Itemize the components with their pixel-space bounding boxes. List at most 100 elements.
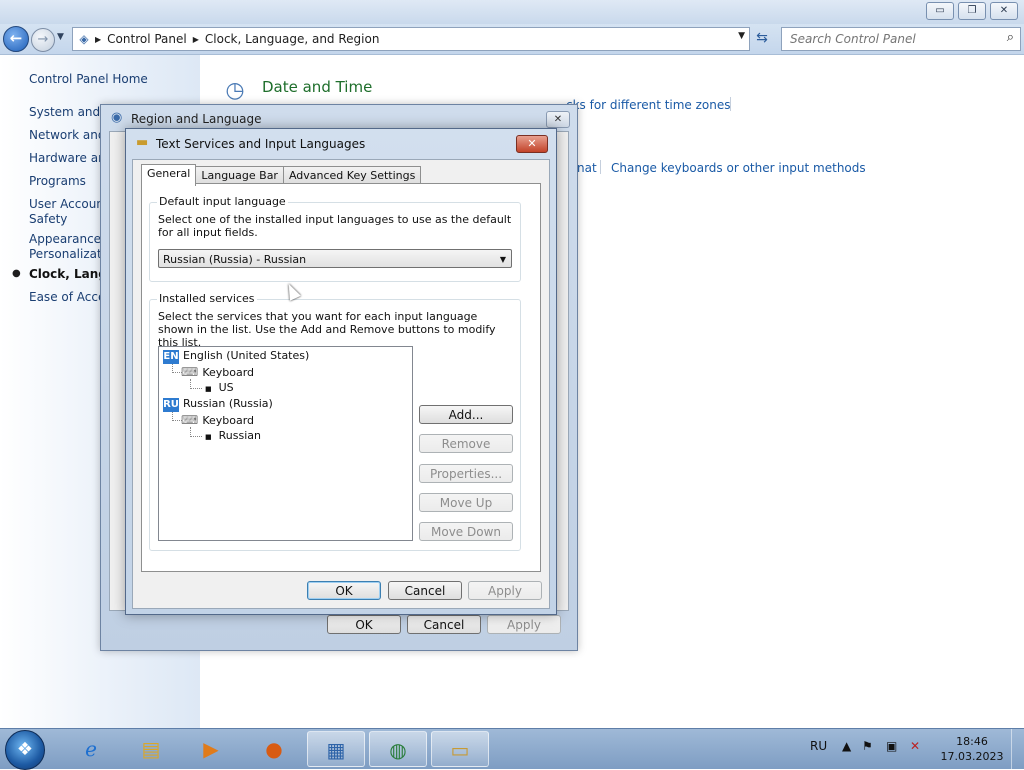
tree-connector (190, 388, 202, 389)
volume-muted-icon[interactable]: ✕ (910, 739, 920, 753)
category-title-date-time[interactable]: Date and Time (262, 78, 372, 96)
move-down-button[interactable]: Move Down (419, 522, 513, 541)
group-title: Default input language (157, 195, 288, 208)
tab-general[interactable]: General (141, 164, 197, 186)
internet-explorer-icon[interactable]: ℯ (62, 731, 120, 767)
nav-link-user-accounts[interactable]: User Account (29, 197, 109, 211)
tree-node-keyboard[interactable]: ⌨ Keyboard (181, 413, 254, 427)
tree-node-label: Keyboard (202, 366, 255, 379)
start-button[interactable]: ❖ (5, 730, 45, 770)
breadcrumb-separator-icon[interactable]: ▶ (95, 35, 101, 44)
properties-button[interactable]: Properties... (419, 464, 513, 483)
file-explorer-icon[interactable]: ▤ (122, 731, 180, 767)
window-controls: ▭ ❐ ✕ (926, 2, 1018, 20)
search-box[interactable]: ⌕ (781, 27, 1021, 51)
maximize-button[interactable]: ❐ (958, 2, 986, 20)
tree-node-layout[interactable]: ■ Russian (205, 429, 261, 442)
link-separator (730, 97, 731, 111)
ok-button[interactable]: OK (327, 615, 401, 634)
installed-services-group: Installed services Select the services t… (149, 292, 521, 551)
keyboard-globe-icon: ▬ (136, 135, 149, 150)
network-icon[interactable]: ▣ (886, 739, 897, 753)
nav-link-safety[interactable]: Safety (29, 212, 67, 226)
dialog-title: Region and Language (131, 112, 262, 126)
language-code-badge: EN (163, 350, 179, 364)
link-clocks-time-zones[interactable]: cks for different time zones (566, 98, 731, 112)
apply-button[interactable]: Apply (468, 581, 542, 600)
history-dropdown-icon[interactable]: ▼ (57, 32, 64, 42)
forward-button[interactable]: → (31, 28, 55, 52)
general-tab-page: Default input language Select one of the… (141, 183, 541, 572)
remove-button[interactable]: Remove (419, 434, 513, 453)
nav-link-network[interactable]: Network and (29, 128, 106, 142)
link-change-keyboards[interactable]: Change keyboards or other input methods (611, 161, 866, 175)
tab-strip: General Language Bar Advanced Key Settin… (141, 164, 422, 186)
media-player-icon[interactable]: ▶ (182, 731, 240, 767)
cancel-button[interactable]: Cancel (388, 581, 462, 600)
tree-node-russian[interactable]: RU Russian (Russia) (163, 397, 273, 412)
default-input-language-group: Default input language Select one of the… (149, 195, 521, 282)
group-description: Select one of the installed input langua… (158, 213, 512, 239)
breadcrumb-control-panel[interactable]: Control Panel (107, 32, 187, 46)
close-button[interactable]: ✕ (516, 135, 548, 153)
taskbar-clock[interactable]: 18:46 17.03.2023 (940, 734, 1004, 764)
clock-time: 18:46 (956, 735, 988, 748)
cancel-button[interactable]: Cancel (407, 615, 481, 634)
clock-date: 17.03.2023 (940, 750, 1004, 763)
installed-services-tree[interactable]: EN English (United States) ⌨ Keyboard ■ US… (158, 346, 413, 541)
search-input[interactable] (788, 31, 992, 47)
group-description: Select the services that you want for ea… (158, 310, 496, 349)
keyboard-icon: ⌨ (181, 413, 199, 427)
bullet-icon: ■ (205, 385, 212, 393)
globe-icon: ◉ (111, 110, 123, 125)
control-panel-taskbar-icon[interactable]: ▦ (307, 731, 365, 767)
bullet-icon: ■ (205, 433, 212, 441)
default-language-select[interactable]: Russian (Russia) - Russian ▼ (158, 249, 512, 268)
tree-connector (190, 436, 202, 437)
close-button[interactable]: ✕ (990, 2, 1018, 20)
back-button[interactable]: ← (3, 26, 29, 52)
dialog-body: General Language Bar Advanced Key Settin… (132, 159, 550, 609)
apply-button[interactable]: Apply (487, 615, 561, 634)
address-bar[interactable]: ◈ ▶ Control Panel ▶ Clock, Language, and… (72, 27, 750, 51)
ok-button[interactable]: OK (307, 581, 381, 600)
move-up-button[interactable]: Move Up (419, 493, 513, 512)
nav-link-programs[interactable]: Programs (29, 174, 86, 188)
search-icon[interactable]: ⌕ (1007, 30, 1014, 45)
show-desktop-button[interactable] (1011, 729, 1024, 769)
tree-node-keyboard[interactable]: ⌨ Keyboard (181, 365, 254, 379)
input-language-indicator[interactable]: RU (810, 739, 827, 753)
tree-node-label: US (218, 381, 234, 394)
address-row: ← → ▼ ◈ ▶ Control Panel ▶ Clock, Languag… (0, 24, 1024, 55)
tree-node-label: Keyboard (202, 414, 255, 427)
action-center-flag-icon[interactable]: ⚑ (862, 739, 873, 753)
date-time-icon[interactable]: ◷ (220, 78, 250, 104)
taskbar: ❖ ℯ ▤ ▶ ● ▦ ◍ ▭ RU ▲ ⚑ ▣ ✕ 18:46 17.03.2… (0, 728, 1024, 770)
keyboard-icon: ⌨ (181, 365, 199, 379)
control-panel-icon: ◈ (79, 32, 89, 46)
close-button[interactable]: ✕ (546, 111, 570, 128)
breadcrumb-clock-language-region[interactable]: Clock, Language, and Region (205, 32, 380, 46)
region-language-taskbar-icon[interactable]: ◍ (369, 731, 427, 767)
breadcrumb-separator-icon[interactable]: ▶ (193, 35, 199, 44)
tree-node-english[interactable]: EN English (United States) (163, 349, 309, 364)
link-format[interactable]: nat (577, 161, 597, 175)
tree-node-label: Russian (Russia) (183, 397, 273, 410)
language-code-badge: RU (163, 398, 179, 412)
show-hidden-icons-icon[interactable]: ▲ (842, 739, 851, 753)
tree-node-label: English (United States) (183, 349, 310, 362)
control-panel-home-link[interactable]: Control Panel Home (29, 72, 148, 86)
tree-node-label: Russian (218, 429, 261, 442)
add-button[interactable]: Add... (419, 405, 513, 424)
firefox-icon[interactable]: ● (245, 731, 303, 767)
selected-value: Russian (Russia) - Russian (163, 253, 307, 266)
window-titlebar: ▭ ❐ ✕ (0, 0, 1024, 24)
text-services-taskbar-icon[interactable]: ▭ (431, 731, 489, 767)
group-title: Installed services (157, 292, 257, 305)
minimize-button[interactable]: ▭ (926, 2, 954, 20)
refresh-icon[interactable]: ⇆ (750, 27, 774, 49)
tree-node-layout[interactable]: ■ US (205, 381, 234, 394)
text-services-dialog: ▬ Text Services and Input Languages ✕ Ge… (125, 128, 557, 615)
address-dropdown-icon[interactable]: ▼ (738, 31, 745, 41)
link-separator (600, 160, 601, 174)
